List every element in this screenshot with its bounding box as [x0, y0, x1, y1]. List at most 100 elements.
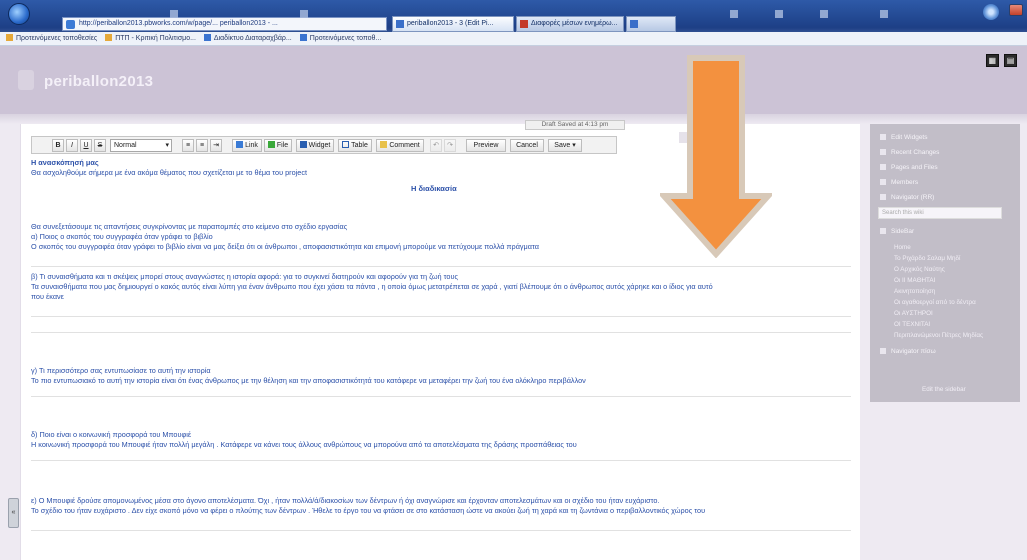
table-label: Table — [351, 142, 368, 149]
browser-titlebar: http://periballon2013.pbworks.com/w/page… — [0, 0, 1027, 46]
sidebar-search-input[interactable]: Search this wiki — [878, 207, 1002, 219]
paragraph-block: β) Τι συναισθήματα και τι σκέψεις μπορεί… — [31, 272, 851, 302]
sidebar-item-edit-widgets[interactable]: Edit Widgets — [880, 134, 928, 141]
paragraph-line: ε) Ο Μπουφιέ δρούσε απομονωμένος μέσα στ… — [31, 496, 660, 505]
paragraph-line: Η κοινωνική προσφορά του Μπουφιέ ήταν πο… — [31, 440, 577, 449]
save-label: Save — [554, 142, 571, 149]
indent-icon[interactable]: ⇥ — [210, 139, 222, 152]
window-decoration-icon — [880, 10, 888, 18]
sidebar-subitem[interactable]: Οι αγαθοεργοί από το δέντρα — [894, 299, 976, 306]
tab-third[interactable] — [626, 16, 676, 32]
settings-gear-icon[interactable] — [983, 4, 999, 20]
sidebar-item-recent-changes[interactable]: Recent Changes — [880, 149, 939, 156]
paragraph-line: που έκανε — [31, 292, 64, 301]
link-label: Link — [245, 142, 258, 149]
center-heading: Η διαδικασία — [411, 184, 457, 193]
tab-label: Διαφορές μέσων ενημέρω... — [531, 20, 618, 27]
sidebar-subitem[interactable]: Ο Αρχικός Ναύτης — [894, 266, 945, 273]
bullet-list-icon[interactable]: ≡ — [182, 139, 194, 152]
file-icon — [267, 141, 275, 148]
format-select[interactable]: Normal — [110, 139, 172, 152]
sidebar-item-pages-files[interactable]: Pages and Files — [880, 164, 938, 171]
down-arrow-icon — [660, 55, 772, 258]
grid-icon[interactable]: ▦ — [985, 54, 999, 67]
cancel-button[interactable]: Cancel — [510, 139, 544, 152]
save-button[interactable]: Save ▾ — [548, 139, 582, 152]
window-decoration-icon — [730, 10, 738, 18]
underline-button[interactable]: U — [80, 139, 92, 152]
favorite-link[interactable]: Προτεινόμενες τοποθ... — [300, 32, 382, 45]
undo-icon[interactable]: ↶ — [430, 139, 442, 152]
edit-sidebar-link[interactable]: Edit the sidebar — [922, 386, 966, 393]
italic-button[interactable]: I — [66, 139, 78, 152]
comment-button[interactable]: Comment — [376, 139, 424, 152]
arrow-shape — [660, 55, 772, 258]
editor-toolbar: B I U S Normal ≡ ≡ ⇥ Link File Widget Ta… — [31, 136, 617, 154]
comment-label: Comment — [389, 142, 420, 149]
file-button[interactable]: File — [264, 139, 292, 152]
sidebar: Edit Widgets Recent Changes Pages and Fi… — [870, 124, 1020, 402]
divider — [31, 396, 851, 397]
comment-icon — [380, 141, 388, 148]
divider — [31, 266, 851, 267]
preview-button[interactable]: Preview — [466, 139, 506, 152]
link-button[interactable]: Link — [232, 139, 262, 152]
tab-label: periballon2013 - 3 (Edit Pi... — [407, 20, 494, 27]
header-divider — [0, 114, 1027, 124]
page-favicon-icon — [66, 20, 75, 29]
window-decoration-icon — [820, 10, 828, 18]
browser-logo-icon[interactable] — [8, 3, 30, 25]
strikethrough-button[interactable]: S — [94, 139, 106, 152]
favorite-link[interactable]: Προτεινόμενες τοποθεσίες — [6, 32, 97, 45]
favorite-link[interactable]: ΠΤΠ - Κριτική Πολιτισμο... — [105, 32, 196, 45]
tab-favicon-icon — [630, 20, 638, 28]
sidebar-subitem[interactable]: Το Ριχάρδο Σαλαμ Μηδί — [894, 255, 960, 262]
sidebar-item-navigator-back[interactable]: Navigator πίσω — [880, 348, 936, 355]
favorite-link[interactable]: Διαδίκτυο Διαταραχβάρ... — [204, 32, 292, 45]
redo-icon[interactable]: ↷ — [444, 139, 456, 152]
bold-button[interactable]: B — [52, 139, 64, 152]
paragraph-block: γ) Τι περισσότερο σας εντυπωσίασε το αυτ… — [31, 366, 851, 386]
paragraph-line: γ) Τι περισσότερο σας εντυπωσίασε το αυτ… — [31, 366, 211, 375]
window-decoration-icon — [170, 10, 178, 18]
sidebar-subitem[interactable]: Οι ΙΙ ΜΑΘΗΤΑΙ — [894, 277, 935, 284]
page-body: Draft Saved at 4:13 pm B I U S Normal ≡ … — [0, 120, 1027, 560]
site-header: periballon2013 ▦ ▤ — [0, 46, 1027, 114]
menu-icon[interactable]: ▤ — [1004, 54, 1017, 67]
paragraph-line: Τα συναισθήματα που μας δημιουργεί ο κακ… — [31, 282, 713, 291]
site-logo-icon — [18, 70, 34, 90]
collapse-panel-button[interactable]: « — [8, 498, 19, 528]
divider — [31, 316, 851, 317]
widget-button[interactable]: Widget — [296, 139, 334, 152]
format-select-value: Normal — [114, 142, 137, 149]
draft-saved-status: Draft Saved at 4:13 pm — [525, 120, 625, 130]
sidebar-subitem[interactable]: Περιπλανώμενοι Πέτρες Μηδίας — [894, 332, 983, 339]
window-decoration-icon — [300, 10, 308, 18]
tab-favicon-icon — [520, 20, 528, 28]
table-icon — [342, 141, 350, 148]
numbered-list-icon[interactable]: ≡ — [196, 139, 208, 152]
widget-icon — [299, 141, 307, 148]
sidebar-item-navigator[interactable]: Navigator (RR) — [880, 194, 934, 201]
address-bar[interactable]: http://periballon2013.pbworks.com/w/page… — [62, 17, 387, 31]
table-button[interactable]: Table — [338, 139, 372, 152]
sidebar-subitem[interactable]: ΟΙ ΤΕΧΝΙΤΑΙ — [894, 321, 930, 328]
tab-periballon[interactable]: periballon2013 - 3 (Edit Pi... — [392, 16, 514, 32]
site-title[interactable]: periballon2013 — [44, 73, 153, 90]
sidebar-subitem[interactable]: Home — [894, 244, 911, 251]
sidebar-subitem[interactable]: Οι ΑΥΣΤΗΡΟΙ — [894, 310, 933, 317]
divider — [31, 530, 851, 531]
tab-second[interactable]: Διαφορές μέσων ενημέρω... — [516, 16, 624, 32]
paragraph-block: δ) Ποιο είναι ο κοινωνική προσφορά του Μ… — [31, 430, 851, 450]
divider — [31, 332, 851, 333]
paragraph-line: β) Τι συναισθήματα και τι σκέψεις μπορεί… — [31, 272, 458, 281]
sidebar-subitem[interactable]: Ακινητοποίηση — [894, 288, 935, 295]
sidebar-section-sidebar[interactable]: SideBar — [880, 228, 914, 235]
close-window-button[interactable] — [1009, 4, 1023, 16]
divider — [31, 460, 851, 461]
favorites-bar: Προτεινόμενες τοποθεσίες ΠΤΠ - Κριτική Π… — [0, 32, 1027, 46]
file-label: File — [276, 142, 289, 149]
sidebar-item-members[interactable]: Members — [880, 179, 918, 186]
paragraph-line: Το πιο εντυπωσιακό το αυτή την ιστορία ε… — [31, 376, 586, 385]
window-decoration-icon — [775, 10, 783, 18]
